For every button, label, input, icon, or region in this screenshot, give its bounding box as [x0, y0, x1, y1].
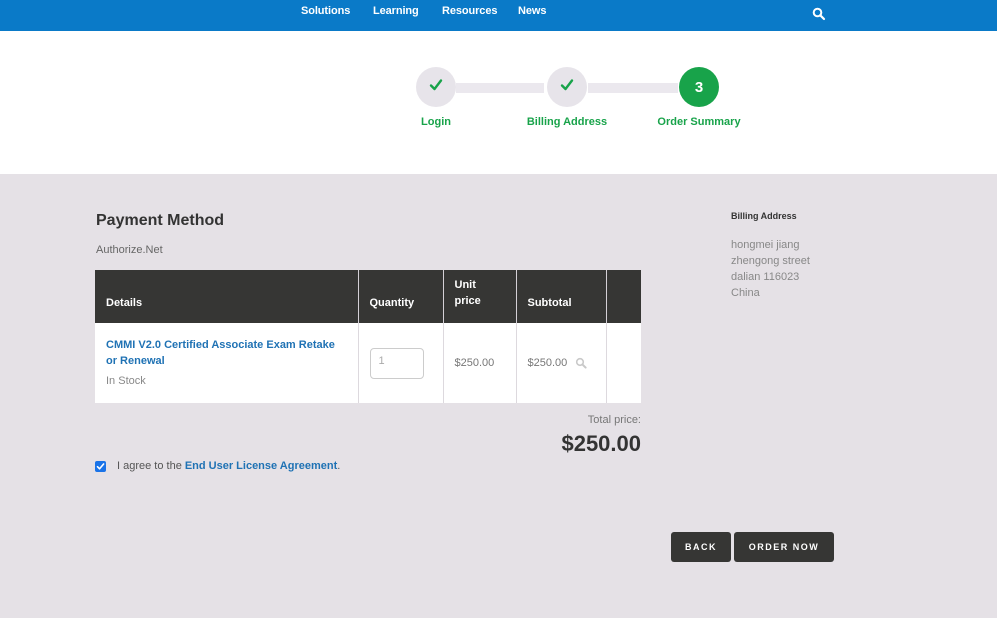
col-quantity: Quantity [358, 270, 444, 323]
cell-details: CMMI V2.0 Certified Associate Exam Retak… [95, 323, 359, 403]
nav-learning[interactable]: Learning [373, 5, 419, 17]
checkout-stepper: 3 Login Billing Address Order Summary [0, 31, 997, 174]
col-unit-price-label: Unit price [454, 279, 481, 307]
col-unit-price: Unit price [443, 270, 517, 323]
billing-address-title: Billing Address [731, 211, 797, 221]
payment-method-title: Payment Method [96, 212, 225, 229]
agreement-prefix: I agree to the [117, 460, 182, 472]
top-nav-bar: Solutions Learning Resources News [0, 0, 997, 31]
payment-method-name: Authorize.Net [96, 244, 163, 256]
agree-checkbox[interactable] [95, 460, 106, 472]
step-billing-circle [547, 67, 587, 107]
step-connector [456, 83, 544, 93]
magnifier-icon[interactable] [575, 357, 587, 369]
total-price-label: Total price: [587, 414, 641, 426]
step-billing-label: Billing Address [526, 116, 608, 128]
billing-line: China [731, 287, 760, 299]
nav-solutions[interactable]: Solutions [301, 5, 350, 17]
check-icon [429, 78, 443, 97]
billing-line: dalian 116023 [731, 271, 800, 283]
subtotal-value: $250.00 [527, 357, 568, 369]
agreement-suffix: . [337, 460, 341, 472]
col-actions [606, 270, 641, 323]
col-details: Details [95, 270, 359, 323]
order-now-button[interactable]: ORDER NOW [734, 532, 834, 562]
table-header-row: Details Quantity Unit price Subtotal [95, 270, 641, 323]
billing-line: hongmei jiang [731, 239, 800, 251]
billing-line: zhengong street [731, 255, 810, 267]
agreement-row: I agree to the End User License Agreemen… [95, 460, 340, 472]
total-price-value: $250.00 [561, 431, 641, 456]
nav-news[interactable]: News [518, 5, 546, 17]
step-summary-circle: 3 [679, 67, 719, 107]
table-row: CMMI V2.0 Certified Associate Exam Retak… [95, 323, 641, 403]
cell-quantity: 1 [358, 323, 444, 403]
eula-link[interactable]: End User License Agreement [185, 460, 337, 472]
step-connector [588, 83, 678, 93]
order-table: Details Quantity Unit price Subtotal CMM… [95, 270, 641, 403]
back-button[interactable]: BACK [671, 532, 731, 562]
product-link[interactable]: CMMI V2.0 Certified Associate Exam Retak… [106, 337, 347, 369]
step-summary-label: Order Summary [657, 116, 741, 128]
step-login-label: Login [421, 116, 451, 128]
cell-actions [606, 323, 641, 403]
check-icon [560, 78, 574, 97]
step-login-circle [416, 67, 456, 107]
quantity-input[interactable]: 1 [369, 347, 424, 379]
search-icon[interactable] [812, 7, 826, 21]
cell-subtotal: $250.00 [516, 323, 607, 403]
col-subtotal: Subtotal [516, 270, 607, 323]
cell-unit-price: $250.00 [443, 323, 517, 403]
nav-resources[interactable]: Resources [442, 5, 497, 17]
stock-status: In Stock [106, 375, 146, 387]
